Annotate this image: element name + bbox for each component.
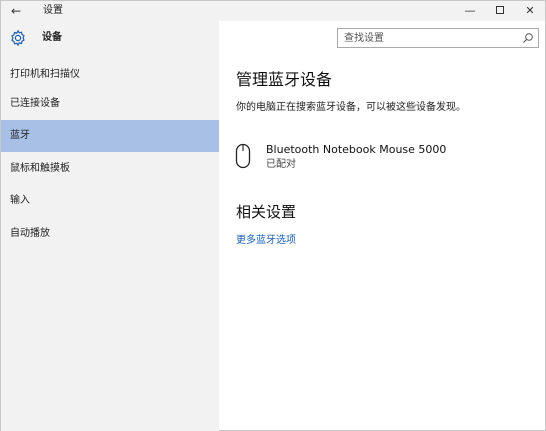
sidebar-item-printers-scanners[interactable]: 打印机和扫描仪 — [1, 59, 219, 91]
close-icon[interactable]: ✕ — [515, 1, 545, 21]
sidebar: 设备 打印机和扫描仪 已连接设备 蓝牙 鼠标和触摸板 输入 自动播放 — [1, 21, 219, 431]
sidebar-item-bluetooth[interactable]: 蓝牙 — [1, 120, 219, 152]
page-description: 你的电脑正在搜索蓝牙设备，可以被这些设备发现。 — [236, 102, 466, 113]
sidebar-item-mouse-touchpad[interactable]: 鼠标和触摸板 — [1, 153, 219, 185]
device-status: 已配对 — [266, 159, 296, 170]
sidebar-item-label: 蓝牙 — [10, 130, 30, 141]
sidebar-item-label: 打印机和扫描仪 — [10, 69, 80, 80]
maximize-icon[interactable] — [485, 1, 515, 21]
sidebar-title: 设备 — [42, 32, 62, 43]
settings-window: ← 设置 — ✕ 设备 打印机和扫描仪 已连接设备 蓝牙 鼠标和触摸板 输入 自… — [0, 0, 546, 431]
sidebar-item-label: 已连接设备 — [10, 98, 60, 109]
sidebar-item-label: 鼠标和触摸板 — [10, 163, 70, 174]
main-content: 管理蓝牙设备 你的电脑正在搜索蓝牙设备，可以被这些设备发现。 Bluetooth… — [219, 57, 545, 431]
sidebar-item-autoplay[interactable]: 自动播放 — [1, 218, 219, 250]
related-settings-title: 相关设置 — [236, 203, 297, 221]
search-box[interactable] — [337, 28, 539, 48]
device-name: Bluetooth Notebook Mouse 5000 — [266, 143, 447, 156]
sidebar-item-label: 输入 — [10, 195, 30, 206]
back-arrow-icon[interactable]: ← — [7, 3, 25, 19]
title-bar: ← 设置 — ✕ — [1, 1, 545, 21]
page-title: 管理蓝牙设备 — [236, 70, 333, 89]
search-icon[interactable] — [522, 32, 534, 44]
gear-icon — [11, 29, 25, 47]
sidebar-header: 设备 — [1, 21, 219, 57]
more-bluetooth-options-link[interactable]: 更多蓝牙选项 — [236, 234, 296, 248]
sidebar-item-connected-devices[interactable]: 已连接设备 — [1, 88, 219, 120]
minimize-icon[interactable]: — — [455, 1, 485, 21]
window-title: 设置 — [43, 5, 63, 16]
sidebar-item-typing[interactable]: 输入 — [1, 185, 219, 217]
sidebar-item-label: 自动播放 — [10, 228, 50, 239]
mouse-icon — [235, 143, 251, 169]
device-item[interactable]: Bluetooth Notebook Mouse 5000 已配对 — [233, 141, 533, 175]
search-input[interactable] — [338, 29, 518, 47]
